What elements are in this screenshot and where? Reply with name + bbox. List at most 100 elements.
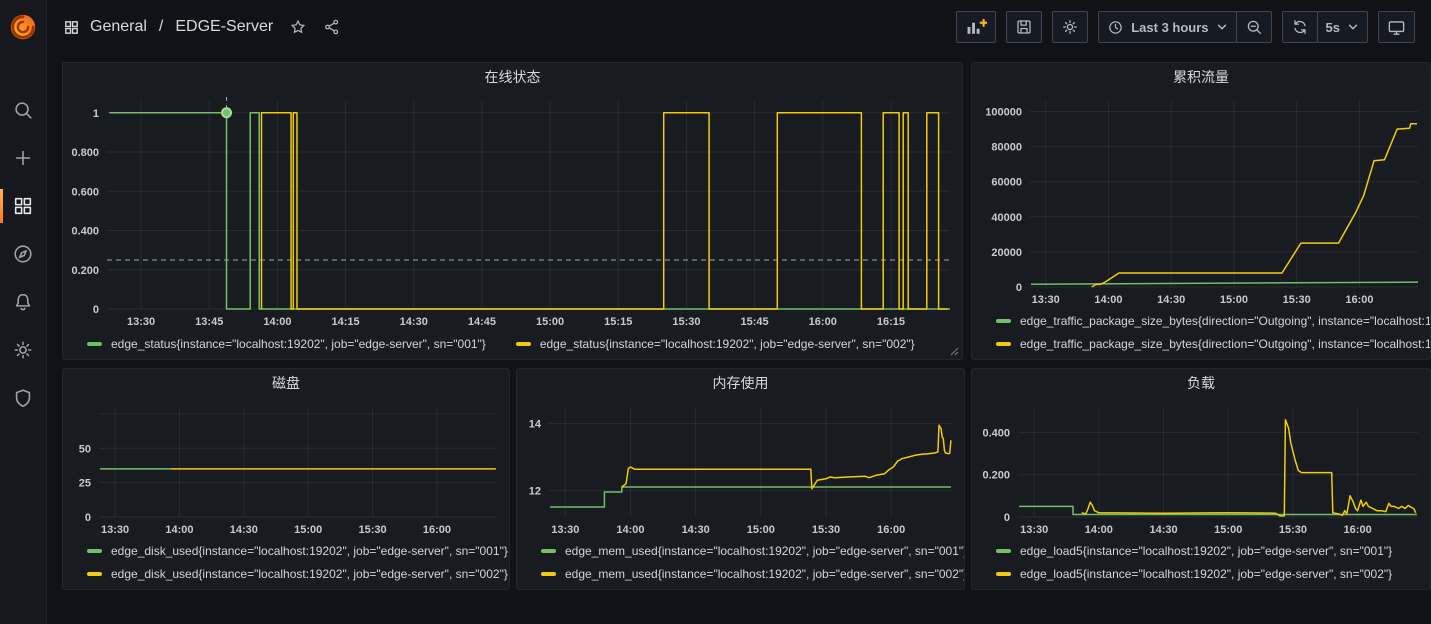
online-status-chart[interactable]: 13:3013:4514:0014:1514:3014:4515:0015:15… xyxy=(63,91,962,331)
series-line-sn-001[interactable] xyxy=(109,113,950,309)
search-icon xyxy=(12,99,34,121)
series-line-sn-002[interactable] xyxy=(622,425,951,488)
refresh-interval-picker[interactable]: 5s xyxy=(1317,11,1368,43)
y-axis-tick-label: 25 xyxy=(79,478,91,490)
legend-item[interactable]: edge_traffic_package_size_bytes{directio… xyxy=(996,332,1430,355)
dashboards-icon xyxy=(12,195,34,217)
sidebar-item-server-admin[interactable] xyxy=(0,374,46,422)
panel-title[interactable]: 累积流量 xyxy=(972,63,1430,91)
panel-title[interactable]: 在线状态 xyxy=(63,63,962,91)
share-dashboard-button[interactable] xyxy=(323,18,341,36)
x-axis-tick-label: 14:30 xyxy=(230,524,258,536)
share-icon xyxy=(323,18,341,36)
y-axis-tick-label: 100000 xyxy=(985,107,1022,119)
legend-item[interactable]: edge_load5{instance="localhost:19202", j… xyxy=(996,539,1430,562)
series-line-sn-002[interactable] xyxy=(1092,124,1417,287)
panel-online-status: 在线状态 13:3013:4514:0014:1514:3014:4515:00… xyxy=(62,62,963,360)
time-range-label: Last 3 hours xyxy=(1131,20,1208,35)
y-axis-tick-label: 60000 xyxy=(991,177,1022,189)
disk-chart[interactable]: 13:3014:0014:3015:0015:3016:0002550 xyxy=(63,397,509,539)
memory-usage-chart[interactable]: 13:3014:0014:3015:0015:3016:001214 xyxy=(517,397,964,539)
plus-icon xyxy=(12,147,34,169)
topbar: General / EDGE-Server Last 3 hours xyxy=(47,0,1431,54)
refresh-group: 5s xyxy=(1282,11,1368,43)
y-axis-tick-label: 0 xyxy=(85,512,91,524)
monitor-icon xyxy=(1387,18,1406,37)
y-axis-tick-label: 40000 xyxy=(991,212,1022,224)
legend-item[interactable]: edge_mem_used{instance="localhost:19202"… xyxy=(541,539,964,562)
x-axis-tick-label: 14:30 xyxy=(1149,524,1177,536)
y-axis-tick-label: 20000 xyxy=(991,247,1022,259)
legend-item[interactable]: edge_status{instance="localhost:19202", … xyxy=(87,337,486,351)
save-icon xyxy=(1015,18,1033,36)
y-axis-tick-label: 0.800 xyxy=(71,147,99,159)
x-axis-tick-label: 15:00 xyxy=(536,316,564,328)
star-dashboard-button[interactable] xyxy=(289,18,307,36)
legend-swatch xyxy=(87,342,102,346)
panel-title[interactable]: 磁盘 xyxy=(63,369,509,397)
legend-swatch xyxy=(541,549,556,553)
y-axis-tick-label: 12 xyxy=(529,485,541,497)
dashboard-settings-button[interactable] xyxy=(1052,11,1088,43)
grafana-logo[interactable] xyxy=(0,0,46,54)
series-line-sn-002[interactable] xyxy=(1082,420,1416,516)
x-axis-tick-label: 15:15 xyxy=(604,316,632,328)
series-line-sn-002[interactable] xyxy=(262,113,948,309)
series-line-sn-001[interactable] xyxy=(1031,282,1418,284)
sidebar-item-dashboards[interactable] xyxy=(0,182,46,230)
breadcrumb-folder[interactable]: General xyxy=(90,18,147,36)
y-axis-tick-label: 0.400 xyxy=(71,226,99,238)
time-range-picker[interactable]: Last 3 hours xyxy=(1098,11,1236,43)
legend-swatch xyxy=(996,572,1011,576)
legend-item[interactable]: edge_traffic_package_size_bytes{directio… xyxy=(996,309,1430,332)
panel-title[interactable]: 负载 xyxy=(972,369,1430,397)
panel-resize-handle[interactable] xyxy=(950,347,959,356)
memory-usage-svg: 13:3014:0014:3015:0015:3016:001214 xyxy=(517,397,964,539)
x-axis-tick-label: 14:00 xyxy=(1085,524,1113,536)
refresh-button[interactable] xyxy=(1282,11,1318,43)
zoom-out-time-button[interactable] xyxy=(1236,11,1272,43)
sidebar-item-configuration[interactable] xyxy=(0,326,46,374)
sidebar-item-explore[interactable] xyxy=(0,230,46,278)
breadcrumb-dashboard-name[interactable]: EDGE-Server xyxy=(175,18,273,36)
sidebar-item-search[interactable] xyxy=(0,86,46,134)
x-axis-tick-label: 13:30 xyxy=(1032,294,1060,306)
annotation-marker[interactable] xyxy=(222,108,231,117)
legend-swatch xyxy=(996,319,1011,323)
legend-item[interactable]: edge_status{instance="localhost:19202", … xyxy=(516,337,915,351)
x-axis-tick-label: 16:00 xyxy=(877,524,905,536)
cycle-view-mode-button[interactable] xyxy=(1378,11,1415,43)
legend-label: edge_disk_used{instance="localhost:19202… xyxy=(111,567,508,581)
legend-swatch xyxy=(516,342,531,346)
legend-item[interactable]: edge_mem_used{instance="localhost:19202"… xyxy=(541,562,964,585)
legend-item[interactable]: edge_load5{instance="localhost:19202", j… xyxy=(996,562,1430,585)
panel-title[interactable]: 内存使用 xyxy=(517,369,964,397)
cumulative-traffic-chart[interactable]: 13:3014:0014:3015:0015:3016:000200004000… xyxy=(972,91,1430,309)
legend-label: edge_load5{instance="localhost:19202", j… xyxy=(1020,567,1392,581)
online-status-svg: 13:3013:4514:0014:1514:3014:4515:0015:15… xyxy=(63,91,962,331)
sidebar-item-create[interactable] xyxy=(0,134,46,182)
legend-item[interactable]: edge_disk_used{instance="localhost:19202… xyxy=(87,562,509,585)
dashboard-grid-icon xyxy=(63,19,80,36)
legend-label: edge_load5{instance="localhost:19202", j… xyxy=(1020,544,1392,558)
sidebar-item-alerting[interactable] xyxy=(0,278,46,326)
x-axis-tick-label: 15:30 xyxy=(358,524,386,536)
bell-icon xyxy=(12,291,34,313)
load-chart[interactable]: 13:3014:0014:3015:0015:3016:0000.2000.40… xyxy=(972,397,1430,539)
breadcrumb-separator: / xyxy=(159,18,163,36)
x-axis-tick-label: 15:45 xyxy=(741,316,769,328)
x-axis-tick-label: 14:15 xyxy=(332,316,360,328)
save-dashboard-button[interactable] xyxy=(1006,11,1042,43)
legend: edge_mem_used{instance="localhost:19202"… xyxy=(517,539,964,585)
panel-load: 负载 13:3014:0014:3015:0015:3016:0000.2000… xyxy=(971,368,1431,590)
legend-swatch xyxy=(541,572,556,576)
cumulative-traffic-svg: 13:3014:0014:3015:0015:3016:000200004000… xyxy=(972,91,1430,309)
legend-label: edge_mem_used{instance="localhost:19202"… xyxy=(565,567,964,581)
add-panel-button[interactable] xyxy=(956,11,996,43)
chevron-down-icon xyxy=(1347,21,1359,33)
legend-item[interactable]: edge_disk_used{instance="localhost:19202… xyxy=(87,539,509,562)
x-axis-tick-label: 16:15 xyxy=(877,316,905,328)
x-axis-tick-label: 14:00 xyxy=(616,524,644,536)
panel-memory-usage: 内存使用 13:3014:0014:3015:0015:3016:001214 … xyxy=(516,368,965,590)
legend-swatch xyxy=(87,572,102,576)
